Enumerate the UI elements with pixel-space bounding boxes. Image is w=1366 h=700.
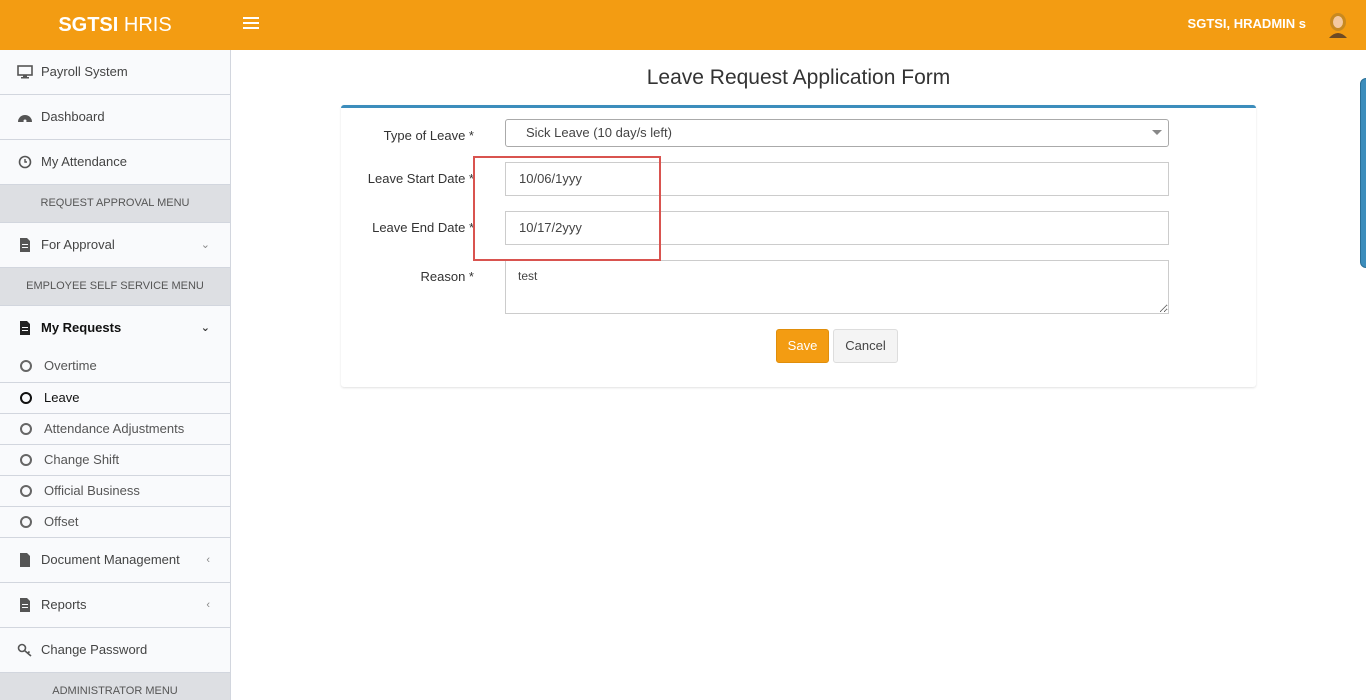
file-icon <box>20 553 30 567</box>
sidebar-subitem-change-shift[interactable]: Change Shift <box>0 445 230 476</box>
sidebar-subitem-official-business[interactable]: Official Business <box>0 476 230 507</box>
circle-icon <box>20 485 32 497</box>
desktop-icon <box>17 65 33 79</box>
file-icon <box>20 598 30 612</box>
sidebar-item-for-approval[interactable]: For Approval ⌄ <box>0 223 230 268</box>
file-icon <box>20 238 30 252</box>
sidebar-subitem-leave[interactable]: Leave <box>0 383 230 414</box>
sidebar-item-label: For Approval <box>41 237 115 252</box>
side-settings-tab[interactable] <box>1360 78 1366 268</box>
sidebar-item-dashboard[interactable]: Dashboard <box>0 95 230 140</box>
sidebar-subitem-offset[interactable]: Offset <box>0 507 230 538</box>
sidebar-item-label: Reports <box>41 597 87 612</box>
sidebar-item-reports[interactable]: Reports ‹ <box>0 583 230 628</box>
leave-start-date-label: Leave Start Date * <box>367 171 474 186</box>
save-button[interactable]: Save <box>776 329 829 363</box>
chevron-down-icon: ⌄ <box>200 322 210 334</box>
sidebar-item-label: My Requests <box>41 320 122 335</box>
sidebar-subitem-label: Leave <box>44 390 80 405</box>
type-of-leave-value: Sick Leave (10 day/s left) <box>526 125 672 140</box>
page-title: Leave Request Application Form <box>646 66 951 89</box>
section-header-administrator: ADMINISTRATOR MENU <box>0 673 230 700</box>
circle-icon <box>20 392 32 404</box>
sidebar-item-my-requests[interactable]: My Requests ⌄ <box>0 306 230 351</box>
highlight-annotation-box <box>473 156 661 261</box>
sidebar-item-payroll-system[interactable]: Payroll System <box>0 50 230 95</box>
chevron-left-icon: ‹ <box>206 599 210 611</box>
circle-icon <box>20 454 32 466</box>
dashboard-icon <box>18 115 32 123</box>
top-header: SGTSI HRIS SGTSI, HRADMIN s <box>0 0 1366 50</box>
sidebar-subitem-label: Change Shift <box>44 452 120 467</box>
chevron-left-icon: ‹ <box>206 554 210 566</box>
sidebar-item-label: Document Management <box>41 552 180 567</box>
dropdown-caret-icon <box>1152 130 1162 135</box>
circle-icon <box>20 423 32 435</box>
sidebar-subitem-label: Attendance Adjustments <box>44 421 185 436</box>
sidebar-subitem-label: Overtime <box>44 358 97 373</box>
sidebar: Payroll System Dashboard My Attendance R… <box>0 50 231 700</box>
section-header-self-service: EMPLOYEE SELF SERVICE MENU <box>0 268 230 306</box>
sidebar-item-change-password[interactable]: Change Password <box>0 628 230 673</box>
chevron-down-icon: ⌄ <box>200 239 210 251</box>
sidebar-item-label: Dashboard <box>41 109 105 124</box>
reason-label: Reason * <box>420 269 474 284</box>
type-of-leave-select[interactable]: Sick Leave (10 day/s left) <box>505 119 1169 147</box>
sidebar-subitem-label: Offset <box>44 514 79 529</box>
clock-icon <box>18 155 32 169</box>
type-of-leave-label: Type of Leave * <box>383 128 474 143</box>
user-name[interactable]: SGTSI, HRADMIN s <box>1188 0 1306 48</box>
file-icon <box>20 321 30 335</box>
brand-bold: SGTSI <box>58 14 119 36</box>
circle-icon <box>20 360 32 372</box>
reason-textarea[interactable]: test <box>505 260 1169 314</box>
app-brand[interactable]: SGTSI HRIS <box>0 0 230 50</box>
user-avatar-icon[interactable] <box>1326 12 1350 38</box>
key-icon <box>17 643 32 657</box>
sidebar-item-label: My Attendance <box>41 154 127 169</box>
sidebar-item-label: Payroll System <box>41 64 128 79</box>
circle-icon <box>20 516 32 528</box>
sidebar-item-label: Change Password <box>41 642 148 657</box>
leave-end-date-label: Leave End Date * <box>372 220 474 235</box>
menu-toggle-icon[interactable] <box>243 17 259 33</box>
main-content: Leave Request Application Form Type of L… <box>231 50 1366 700</box>
section-header-request-approval: REQUEST APPROVAL MENU <box>0 185 230 223</box>
sidebar-subitem-overtime[interactable]: Overtime <box>0 351 230 383</box>
brand-rest: HRIS <box>123 14 172 36</box>
sidebar-subitem-label: Official Business <box>44 483 140 498</box>
cancel-button[interactable]: Cancel <box>833 329 898 363</box>
sidebar-item-my-attendance[interactable]: My Attendance <box>0 140 230 185</box>
sidebar-item-document-management[interactable]: Document Management ‹ <box>0 538 230 583</box>
sidebar-subitem-attendance-adjustments[interactable]: Attendance Adjustments <box>0 414 230 445</box>
